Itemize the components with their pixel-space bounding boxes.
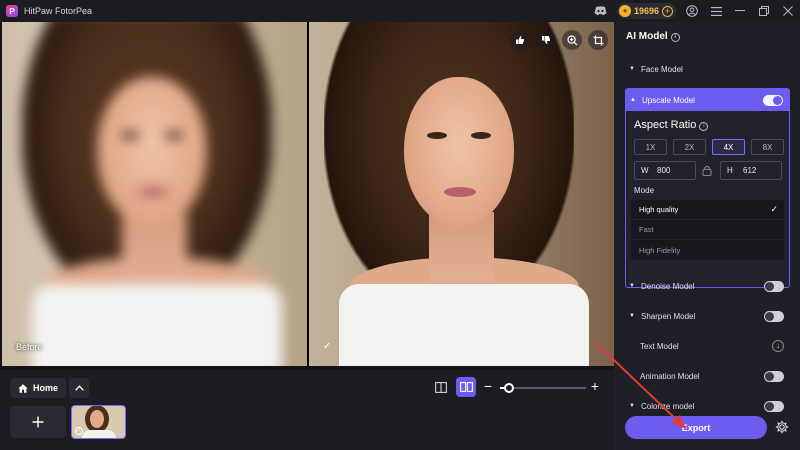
animation-model-row[interactable]: Animation Model [614,366,800,386]
lock-icon[interactable] [702,165,712,176]
animation-model-label: Animation Model [640,371,700,381]
menu-icon[interactable] [704,0,728,22]
bottom-bar: Home − + ✓ [0,370,614,450]
face-model-row[interactable]: ▼ Face Model [614,59,800,79]
text-model-label: Text Model [640,341,679,351]
aspect-ratio-label: Aspect Ratio [634,119,697,131]
coin-plus-icon[interactable]: + [662,5,673,17]
height-value: 612 [743,166,757,175]
sharpen-model-row[interactable]: ▼ Sharpen Model [614,306,800,326]
account-icon[interactable] [680,0,704,22]
animation-model-toggle[interactable] [764,370,784,382]
plus-icon [32,416,44,428]
minimize-icon[interactable] [728,0,752,22]
sharpen-model-toggle[interactable] [764,310,784,322]
mode-option-high-fidelity[interactable]: High Fidelity [631,240,784,260]
before-image: Before [2,22,307,366]
home-button[interactable]: Home [10,378,67,398]
upscale-model-label: Upscale Model [642,95,695,105]
app-logo: P [6,5,18,17]
denoise-model-row[interactable]: ▼ Denoise Model [614,276,800,296]
caret-up-icon: ▲ [630,97,636,103]
mode-list: High quality ✓ Fast High Fidelity [631,200,784,260]
width-label: W [641,166,649,175]
zoom-slider[interactable] [500,383,586,393]
scale-1x-button[interactable]: 1X [634,139,667,155]
home-label: Home [33,383,59,393]
side-by-side-icon [459,382,473,392]
coin-icon: ★ [618,5,631,17]
denoise-model-label: Denoise Model [641,281,695,291]
zoom-icon[interactable] [562,30,582,50]
mode-option-fast[interactable]: Fast [631,220,784,240]
thumbs-up-icon[interactable] [510,30,530,50]
panel-title: AI Model i [626,31,680,42]
check-icon: ✓ [770,204,778,214]
title-bar-controls: ★ 19696 + [589,0,800,22]
mode-option-label: Fast [639,225,654,234]
app-title: HitPaw FotorPea [24,6,93,16]
export-button[interactable]: Export [625,416,767,439]
aspect-info-icon[interactable]: i [699,122,709,131]
colorize-model-label: Colorize model [641,401,695,411]
thumbs-down-icon[interactable] [536,30,556,50]
ai-model-panel: AI Model i ▼ Face Model ▲ Upscale Model A… [614,22,800,450]
collapse-button[interactable] [69,378,89,398]
panel-title-text: AI Model [626,31,668,42]
download-icon[interactable]: ↓ [772,340,784,352]
denoise-model-toggle[interactable] [764,280,784,292]
maximize-icon[interactable] [752,0,776,22]
width-value: 800 [657,166,671,175]
thumbnail-check-icon: ✓ [75,427,83,435]
caret-down-icon: ▼ [629,66,635,72]
face-model-label: Face Model [641,64,683,74]
image-overlay-tools [510,30,608,50]
height-field[interactable]: H 612 [720,161,782,180]
split-view-button[interactable] [432,378,450,396]
title-bar: P HitPaw FotorPea ★ 19696 + [0,0,800,22]
add-image-button[interactable] [10,406,66,438]
mode-option-label: High Fidelity [639,245,681,255]
after-image: ✓ [309,22,614,366]
coin-count: 19696 [633,6,659,16]
settings-gear-icon[interactable] [774,420,790,436]
zoom-slider-thumb[interactable] [503,383,514,393]
width-field[interactable]: W 800 [634,161,696,180]
before-label: Before [16,342,43,352]
home-icon [18,383,28,393]
side-by-side-view-button[interactable] [456,377,476,397]
mode-title: Mode [634,186,655,195]
caret-down-icon: ▼ [629,283,635,289]
zoom-in-button[interactable]: + [589,378,601,396]
image-thumbnail[interactable]: ✓ [71,405,126,439]
close-icon[interactable] [776,0,800,22]
mode-option-high-quality[interactable]: High quality ✓ [631,200,784,220]
upscale-model-toggle[interactable] [763,94,783,106]
after-check-icon: ✓ [323,341,332,352]
colorize-model-toggle[interactable] [764,400,784,412]
aspect-ratio-title: Aspect Ratio i [634,119,709,131]
scale-8x-button[interactable]: 8X [751,139,784,155]
mode-option-label: High quality [639,205,679,214]
upscale-model-row[interactable]: ▲ Upscale Model [626,89,789,111]
info-icon[interactable]: i [670,33,680,42]
crop-icon[interactable] [588,30,608,50]
caret-down-icon: ▼ [629,403,635,409]
caret-down-icon: ▼ [629,313,635,319]
height-label: H [727,166,733,175]
image-compare-area[interactable]: Before ✓ [2,22,614,366]
sharpen-model-label: Sharpen Model [641,311,696,321]
scale-4x-button[interactable]: 4X [712,139,745,155]
text-model-row[interactable]: Text Model ↓ [614,336,800,356]
discord-icon[interactable] [589,0,613,22]
chevron-up-icon [74,385,84,391]
coin-balance[interactable]: ★ 19696 + [616,3,676,19]
colorize-model-row[interactable]: ▼ Colorize model [614,396,800,416]
scale-2x-button[interactable]: 2X [673,139,706,155]
zoom-out-button[interactable]: − [482,378,494,396]
split-view-icon [435,381,447,393]
upscale-model-section: ▲ Upscale Model Aspect Ratio i 1X 2X 4X 8… [625,88,790,288]
